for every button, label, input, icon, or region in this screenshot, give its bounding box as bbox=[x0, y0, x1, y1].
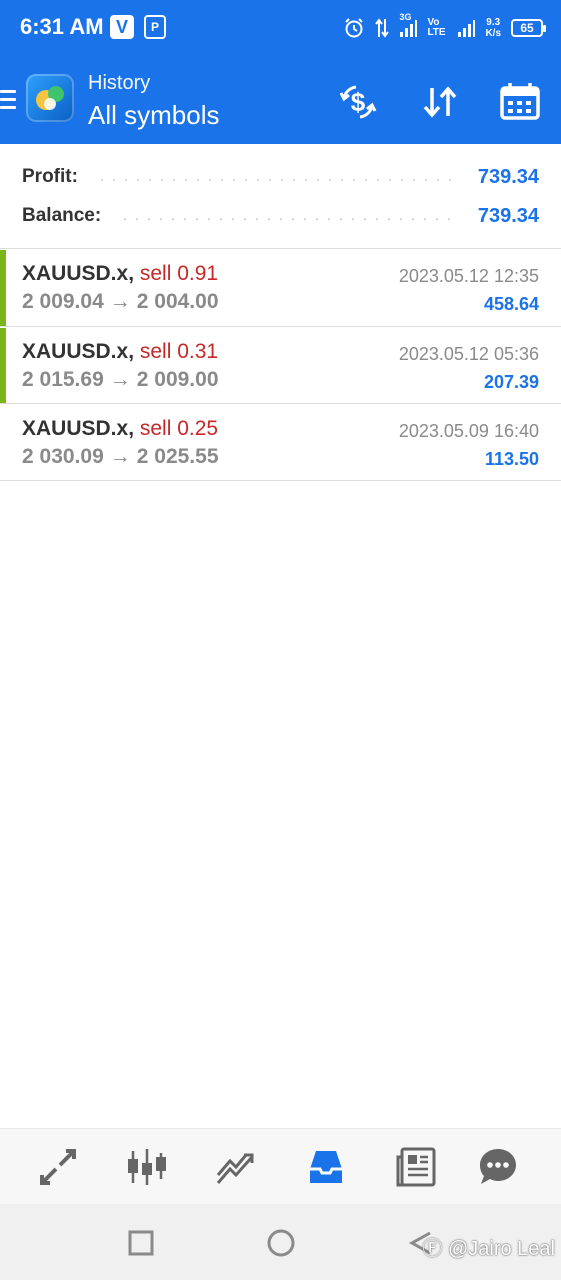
arrow-right-icon: → bbox=[109, 290, 131, 313]
trade-row[interactable]: XAUUSD.x, sell 0.31 2 015.69 → 2 009.00 20… bbox=[0, 328, 561, 404]
balance-row: Balance: 739.34 bbox=[22, 201, 539, 231]
profit-label: Profit: bbox=[22, 166, 78, 187]
balance-label: Balance: bbox=[22, 205, 102, 226]
trade-title: XAUUSD.x, sell 0.91 bbox=[22, 262, 218, 286]
net-3g-label: 3G bbox=[399, 12, 412, 22]
alarm-icon bbox=[343, 17, 365, 39]
summary-panel: Profit: 739.34 Balance: 739.34 bbox=[0, 144, 561, 248]
trade-prices: 2 030.09 → 2 025.55 bbox=[22, 445, 219, 469]
arrow-right-icon: → bbox=[109, 445, 131, 468]
battery-icon: 65 bbox=[511, 19, 546, 37]
calendar-icon[interactable] bbox=[498, 80, 542, 124]
system-nav-bar: Ⓕ @Jairo Leal bbox=[0, 1204, 561, 1280]
signal-3g-icon: 3G bbox=[399, 12, 418, 38]
app-bar: History All symbols $ bbox=[0, 56, 561, 144]
divider bbox=[0, 403, 561, 404]
trade-symbol: XAUUSD.x, bbox=[22, 340, 135, 363]
trade-row[interactable]: XAUUSD.x, sell 0.91 2 009.04 → 2 004.00 20… bbox=[0, 250, 561, 326]
arrow-right-icon: → bbox=[109, 368, 131, 391]
chat-icon[interactable] bbox=[476, 1145, 520, 1189]
trade-marker bbox=[0, 328, 6, 404]
close-price: 2 004.00 bbox=[136, 290, 219, 313]
divider bbox=[0, 480, 561, 481]
recent-apps-button[interactable] bbox=[128, 1230, 154, 1261]
trade-title: XAUUSD.x, sell 0.31 bbox=[22, 340, 218, 364]
metatrader-logo-icon bbox=[26, 74, 74, 122]
trade-profit: 458.64 bbox=[483, 294, 539, 314]
sort-icon[interactable] bbox=[418, 80, 462, 124]
close-price: 2 025.55 bbox=[136, 445, 219, 468]
dotted-leader bbox=[119, 218, 460, 220]
divider bbox=[0, 326, 561, 327]
page-title[interactable]: All symbols bbox=[88, 100, 219, 131]
trade-row[interactable]: XAUUSD.x, sell 0.25 2 030.09 → 2 025.55 20… bbox=[0, 405, 561, 481]
status-time: 6:31 AM bbox=[20, 14, 104, 39]
trade-marker bbox=[0, 250, 6, 326]
open-price: 2 030.09 bbox=[22, 445, 104, 468]
status-icons: 3G Vo LTE 9.3 K/s 65 bbox=[343, 12, 546, 42]
dollar-refresh-icon[interactable]: $ bbox=[336, 80, 380, 124]
app-title-small: History bbox=[88, 72, 151, 94]
balance-value: 739.34 bbox=[477, 204, 539, 227]
net-speed-unit: K/s bbox=[485, 28, 501, 39]
open-price: 2 009.04 bbox=[22, 290, 104, 313]
net-speed: 9.3 K/s bbox=[485, 17, 501, 39]
signal-icon bbox=[457, 18, 476, 38]
menu-icon[interactable] bbox=[0, 90, 16, 110]
net-speed-value: 9.3 bbox=[486, 17, 501, 28]
open-price: 2 015.69 bbox=[22, 368, 104, 391]
history-inbox-icon[interactable] bbox=[304, 1145, 348, 1189]
quotes-icon[interactable] bbox=[36, 1145, 80, 1189]
trade-symbol: XAUUSD.x, bbox=[22, 262, 135, 285]
chart-candles-icon[interactable] bbox=[125, 1145, 169, 1189]
trade-title: XAUUSD.x, sell 0.25 bbox=[22, 417, 218, 441]
trade-datetime: 2023.05.09 16:40 bbox=[398, 421, 539, 441]
profit-row: Profit: 739.34 bbox=[22, 162, 539, 192]
trade-side: sell 0.31 bbox=[139, 340, 219, 363]
svg-text:$: $ bbox=[351, 87, 366, 117]
trade-prices: 2 009.04 → 2 004.00 bbox=[22, 290, 219, 314]
vpn-badge-icon: V bbox=[110, 15, 134, 39]
trade-profit: 207.39 bbox=[483, 372, 539, 392]
watermark-text: Ⓕ @Jairo Leal bbox=[422, 1238, 555, 1260]
dotted-leader bbox=[95, 179, 460, 181]
trade-side: sell 0.25 bbox=[139, 417, 219, 440]
trade-prices: 2 015.69 → 2 009.00 bbox=[22, 368, 219, 392]
top-bar: 6:31 AM V P 3G Vo LTE 9.3 K/s 65 History… bbox=[0, 0, 561, 144]
trade-datetime: 2023.05.12 12:35 bbox=[398, 266, 539, 286]
status-bar: 6:31 AM V P 3G Vo LTE 9.3 K/s 65 bbox=[0, 0, 561, 56]
data-transfer-icon bbox=[375, 17, 390, 39]
trade-symbol: XAUUSD.x, bbox=[22, 417, 135, 440]
volte-label: Vo LTE bbox=[427, 17, 446, 38]
trade-datetime: 2023.05.12 05:36 bbox=[398, 344, 539, 364]
close-price: 2 009.00 bbox=[136, 368, 219, 391]
app-notification-icon: P bbox=[144, 15, 166, 39]
news-icon[interactable] bbox=[394, 1145, 438, 1189]
bottom-nav bbox=[0, 1128, 561, 1205]
trade-profit: 113.50 bbox=[484, 449, 539, 469]
divider bbox=[0, 248, 561, 249]
trade-side: sell 0.91 bbox=[139, 262, 219, 285]
trade-icon[interactable] bbox=[214, 1145, 258, 1189]
home-button[interactable] bbox=[266, 1228, 296, 1263]
profit-value: 739.34 bbox=[477, 165, 539, 188]
